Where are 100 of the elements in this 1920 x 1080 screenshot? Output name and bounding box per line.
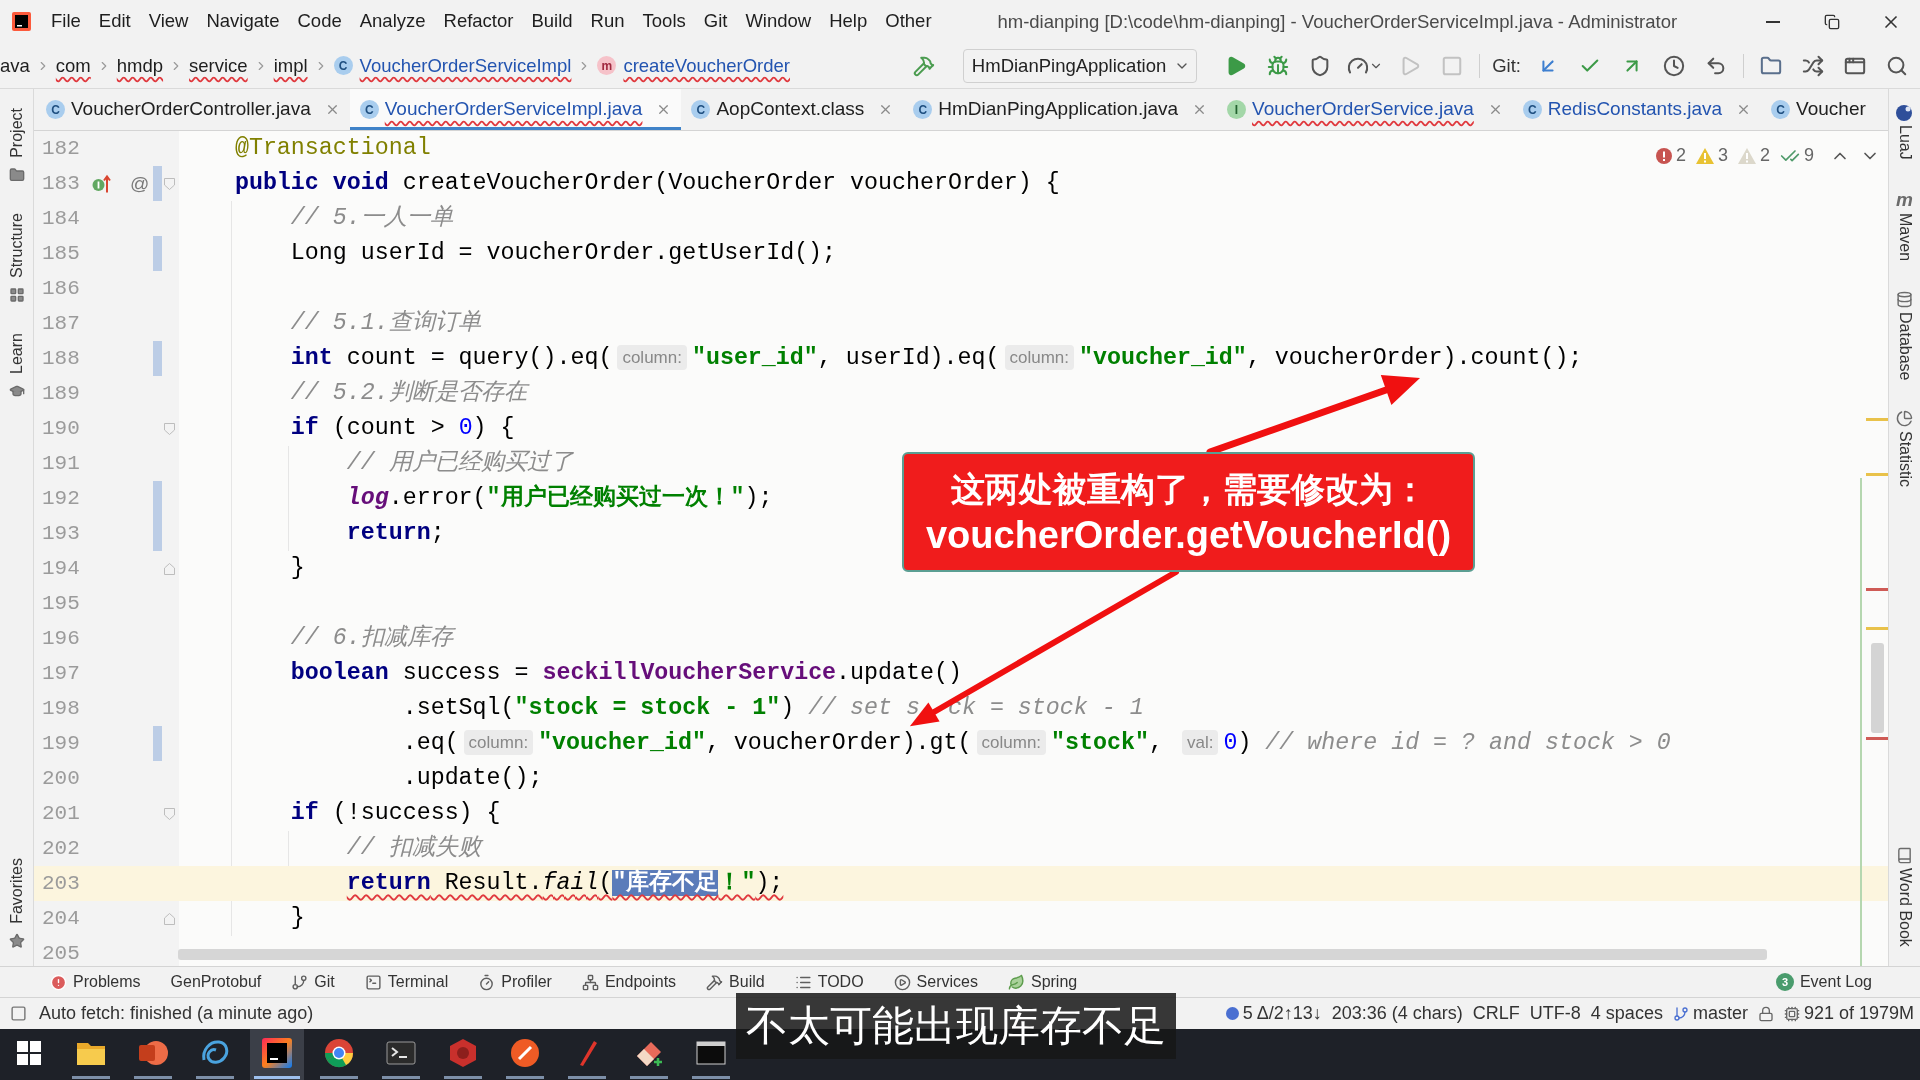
tool-window-tab[interactable]: m Maven — [1892, 189, 1917, 261]
menu-item[interactable]: View — [148, 12, 189, 31]
subtitle: 不太可能出现库存不足 — [736, 993, 1176, 1059]
menu-item[interactable]: Tools — [642, 12, 686, 31]
tool-window-button[interactable]: Endpoints — [581, 970, 677, 994]
breadcrumb[interactable]: ava — [0, 51, 30, 80]
editor-tab[interactable]: I VoucherOrderService.java — [1217, 89, 1513, 130]
caret-position-widget[interactable]: 203:36 (4 chars) — [1331, 1000, 1463, 1027]
inspection-counter[interactable]: 2 — [1655, 142, 1686, 169]
tool-window-button[interactable]: GenProtobuf — [170, 970, 262, 994]
editor-tab[interactable]: C AopContext.class — [681, 89, 904, 130]
code-line: if (!success) { — [290, 799, 501, 828]
menu-item[interactable]: Navigate — [206, 12, 280, 31]
warning-marker-icon[interactable] — [1866, 627, 1888, 630]
read-only-toggle[interactable] — [1757, 1005, 1774, 1022]
tool-window-tab[interactable]: Database — [1892, 290, 1917, 381]
breadcrumb[interactable]: impl — [273, 51, 308, 80]
tool-window-button[interactable]: Build — [706, 970, 765, 994]
stop-icon — [1441, 54, 1464, 77]
inspection-counter[interactable]: 2 — [1737, 142, 1770, 169]
tool-window-tab[interactable]: Project — [4, 108, 29, 183]
menu-item[interactable]: Run — [590, 12, 625, 31]
tool-window-tab[interactable]: LuaJ — [1892, 104, 1917, 160]
horizontal-scrollbar-thumb[interactable] — [178, 949, 1767, 960]
breadcrumb[interactable]: hmdp — [116, 51, 164, 80]
fold-marker-icon[interactable] — [163, 422, 175, 435]
menu-item[interactable]: Window — [745, 12, 812, 31]
tool-window-button[interactable]: TODO — [794, 970, 864, 994]
warning-marker-icon[interactable] — [1866, 473, 1888, 476]
error-marker-icon[interactable] — [1866, 737, 1888, 740]
error-icon — [1655, 147, 1672, 164]
hexagon-logo-icon — [448, 1037, 478, 1068]
menu-item[interactable]: Analyze — [359, 12, 426, 31]
line-number: 185 — [42, 241, 80, 267]
menu-item[interactable]: Refactor — [443, 12, 514, 31]
line-number: 187 — [42, 311, 80, 337]
code-line: return Result.fail("库存不足！"); — [346, 868, 784, 898]
menu-item[interactable]: Git — [703, 12, 728, 31]
letter-icon: m — [1896, 189, 1913, 209]
tool-window-tab[interactable]: Word Book — [1892, 847, 1917, 947]
interface-icon: I — [1227, 100, 1247, 119]
indent-widget[interactable]: 4 spaces — [1590, 1000, 1663, 1027]
editor-tab[interactable]: C Voucher — [1761, 89, 1876, 130]
tool-window-button[interactable]: Profiler — [478, 970, 552, 994]
scrollbar-thumb[interactable] — [1871, 643, 1884, 733]
tool-window-button[interactable]: Terminal — [364, 970, 449, 994]
warning-marker-icon[interactable] — [1866, 418, 1888, 421]
inspection-counter[interactable]: 9 — [1780, 142, 1814, 169]
code-line: int count = query().eq( column: "user_id", userId).eq( column: "voucher_id", voucherOrder).count(); — [290, 344, 1583, 373]
error-marker-icon[interactable] — [1866, 588, 1888, 591]
breadcrumb[interactable]: m createVoucherOrder — [597, 51, 790, 80]
menu-item[interactable]: Other — [885, 12, 932, 31]
breadcrumb[interactable]: service — [189, 51, 248, 80]
tool-window-button[interactable]: Problems — [50, 970, 141, 994]
fold-marker-icon[interactable] — [163, 562, 175, 575]
gutter-symbol[interactable]: @ — [130, 174, 150, 193]
line-number: 199 — [42, 731, 80, 757]
tool-window-tab[interactable]: Learn — [4, 332, 29, 399]
fold-marker-icon[interactable] — [163, 177, 175, 190]
tool-window-button[interactable]: Services — [893, 970, 978, 994]
line-separator-widget[interactable]: CRLF — [1472, 1000, 1520, 1027]
menu-item[interactable]: File — [51, 12, 81, 31]
clock-icon — [1663, 54, 1685, 77]
browser-logo-icon — [324, 1037, 354, 1068]
code-line: Long userId = voucherOrder.getUserId(); — [290, 239, 837, 268]
editor-tab[interactable]: C VoucherOrderController.java — [36, 89, 350, 130]
memory-indicator[interactable]: 921 of 1979M — [1783, 1000, 1914, 1027]
menu-item[interactable]: Code — [297, 12, 342, 31]
up-arrow-marker-icon[interactable] — [92, 174, 111, 193]
line-number: 203 — [42, 871, 80, 897]
encoding-widget[interactable]: UTF-8 — [1529, 1000, 1581, 1027]
leaf-icon — [1007, 973, 1025, 991]
tool-window-tab[interactable]: Favorites — [4, 858, 29, 949]
event-log-button[interactable]: 3 Event Log — [1775, 970, 1872, 994]
tool-window-button[interactable]: Git — [291, 970, 335, 994]
breadcrumb[interactable]: com — [55, 51, 91, 80]
inspection-counter[interactable]: 3 — [1695, 142, 1728, 169]
fold-marker-icon[interactable] — [163, 912, 175, 925]
class-icon: C — [913, 100, 933, 119]
menu-item[interactable]: Edit — [98, 12, 131, 31]
vcs-label: Git: — [1492, 53, 1521, 78]
code-line: // 5.1.查询订单 — [290, 309, 481, 338]
fold-marker-icon[interactable] — [163, 807, 175, 820]
tool-window-tab[interactable]: Structure — [4, 212, 29, 303]
tool-window-button[interactable]: Spring — [1007, 970, 1078, 994]
code-line: .update(); — [402, 764, 543, 793]
run-configuration-dropdown[interactable]: HmDianPingApplication — [962, 48, 1198, 83]
taskbar-button[interactable] — [250, 1029, 304, 1080]
editor-tab[interactable]: C VoucherOrderServiceImpl.java — [349, 89, 682, 130]
vcs-changes-widget[interactable]: 5 Δ/2↑13↓ — [1225, 1000, 1322, 1027]
editor-tab[interactable]: C HmDianPingApplication.java — [903, 89, 1218, 130]
tool-window-tab[interactable]: Statistic — [1892, 410, 1917, 488]
code-line: log.error("用户已经购买过一次！"); — [346, 483, 773, 513]
editor-tab[interactable]: C RedisConstants.java — [1512, 89, 1762, 130]
git-branch-widget[interactable]: master — [1672, 1000, 1748, 1027]
menu-item[interactable]: Build — [531, 12, 573, 31]
class-icon: C — [1522, 100, 1542, 119]
menu-item[interactable]: Help — [829, 12, 868, 31]
square-icon[interactable] — [10, 1005, 27, 1022]
breadcrumb[interactable]: C VoucherOrderServiceImpl — [333, 51, 572, 80]
